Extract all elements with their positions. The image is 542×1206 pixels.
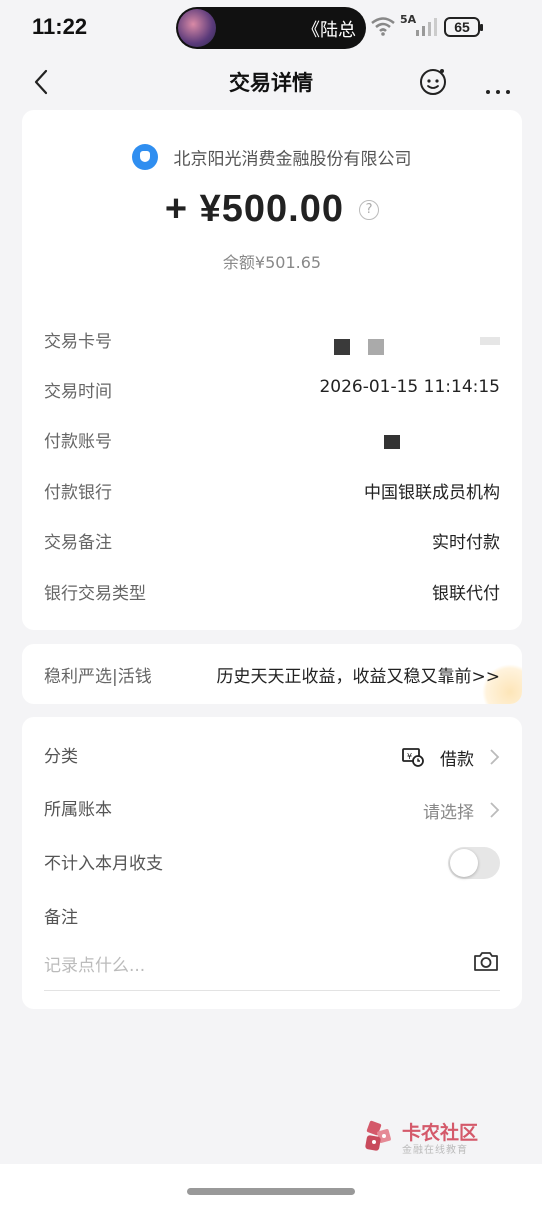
- detail-label: 付款账号: [44, 432, 112, 452]
- transaction-amount: + ¥500.00: [164, 188, 344, 230]
- note-row: 备注: [44, 903, 500, 933]
- merchant-name: 北京阳光消费金融股份有限公司: [173, 149, 412, 170]
- island-avatar-icon: [178, 9, 216, 47]
- loan-category-icon: ¥: [402, 748, 424, 767]
- detail-label: 交易备注: [44, 533, 112, 553]
- network-label: 5A: [400, 13, 417, 26]
- detail-label: 交易时间: [44, 382, 112, 402]
- detail-label: 付款银行: [44, 483, 112, 503]
- ledger-value: 请选择: [423, 802, 474, 823]
- ledger-label: 所属账本: [44, 800, 112, 820]
- detail-value: 银联代付: [432, 584, 500, 604]
- detail-row-time: 交易时间 2026-01-15 11:14:15: [44, 377, 500, 407]
- signal-icon: [416, 18, 437, 36]
- exclude-label: 不计入本月收支: [44, 854, 163, 874]
- home-indicator[interactable]: [187, 1188, 355, 1195]
- page-title: 交易详情: [229, 71, 313, 95]
- detail-value: 2026-01-15 11:14:15: [319, 377, 500, 397]
- promo-link[interactable]: 历史天天正收益，收益又稳又靠前>>: [217, 662, 501, 687]
- category-selector[interactable]: ¥ 借款: [402, 742, 500, 772]
- watermark-subtitle: 金融在线教育: [402, 1145, 468, 1156]
- masked-card-number: [320, 327, 500, 357]
- masked-payer-account: [320, 427, 500, 457]
- merchant-logo-icon: [132, 144, 159, 170]
- toggle-knob: [450, 849, 478, 877]
- merchant-row: 北京阳光消费金融股份有限公司: [22, 144, 522, 170]
- chevron-right-icon: [490, 802, 500, 818]
- wifi-icon: [371, 17, 395, 36]
- battery-icon: 65: [444, 17, 483, 37]
- nav-bar: 交易详情: [0, 56, 542, 108]
- exclude-row: 不计入本月收支: [44, 847, 500, 879]
- note-placeholder: 记录点什么...: [44, 956, 146, 976]
- detail-label: 交易卡号: [44, 332, 112, 352]
- account-balance: 余额¥501.65: [222, 253, 322, 272]
- detail-row-type: 银行交易类型 银联代付: [44, 579, 500, 609]
- detail-row-bank: 付款银行 中国银联成员机构: [44, 478, 500, 508]
- detail-row-payer-account: 付款账号: [44, 427, 500, 457]
- svg-text:¥: ¥: [407, 752, 412, 761]
- detail-label: 银行交易类型: [44, 584, 146, 604]
- detail-value: 中国银联成员机构: [364, 483, 500, 503]
- system-icons: 5A 65: [370, 13, 510, 40]
- more-icon[interactable]: [486, 79, 516, 94]
- promo-label: 稳利严选|活钱: [44, 667, 152, 687]
- chevron-right-icon: [490, 749, 500, 765]
- dynamic-island[interactable]: 《陆总: [176, 7, 366, 49]
- note-label: 备注: [44, 908, 78, 928]
- ledger-selector[interactable]: 请选择: [423, 795, 500, 825]
- category-label: 分类: [44, 747, 78, 767]
- status-bar: 11:22 《陆总 5A 65: [0, 0, 542, 56]
- detail-row-card-number: 交易卡号: [44, 327, 500, 357]
- settings-card: 分类 ¥ 借款 所属账本 请选择 不计入本月收支 备注 记录点什么...: [22, 717, 522, 1009]
- watermark: 卡农社区 金融在线教育: [362, 1118, 492, 1158]
- promo-banner[interactable]: 稳利严选|活钱 历史天天正收益，收益又稳又靠前>>: [22, 644, 522, 704]
- camera-icon[interactable]: [472, 949, 500, 973]
- transaction-card: 北京阳光消费金融股份有限公司 + ¥500.00 ? 余额¥501.65 交易卡…: [22, 110, 522, 630]
- amount-row: + ¥500.00 ?: [22, 188, 522, 231]
- bottom-area: [0, 1164, 542, 1206]
- help-icon[interactable]: ?: [359, 199, 380, 220]
- category-value: 借款: [440, 749, 474, 770]
- category-row[interactable]: 分类 ¥ 借款: [44, 742, 500, 772]
- ledger-row[interactable]: 所属账本 请选择: [44, 795, 500, 825]
- island-text: 《陆总: [302, 20, 356, 41]
- detail-value: 实时付款: [432, 533, 500, 553]
- customer-service-icon[interactable]: [418, 66, 448, 96]
- detail-row-remark: 交易备注 实时付款: [44, 528, 500, 558]
- note-input[interactable]: 记录点什么...: [44, 949, 500, 991]
- exclude-toggle[interactable]: [448, 847, 500, 879]
- kanong-logo-icon: [365, 1120, 391, 1151]
- status-time: 11:22: [32, 14, 88, 39]
